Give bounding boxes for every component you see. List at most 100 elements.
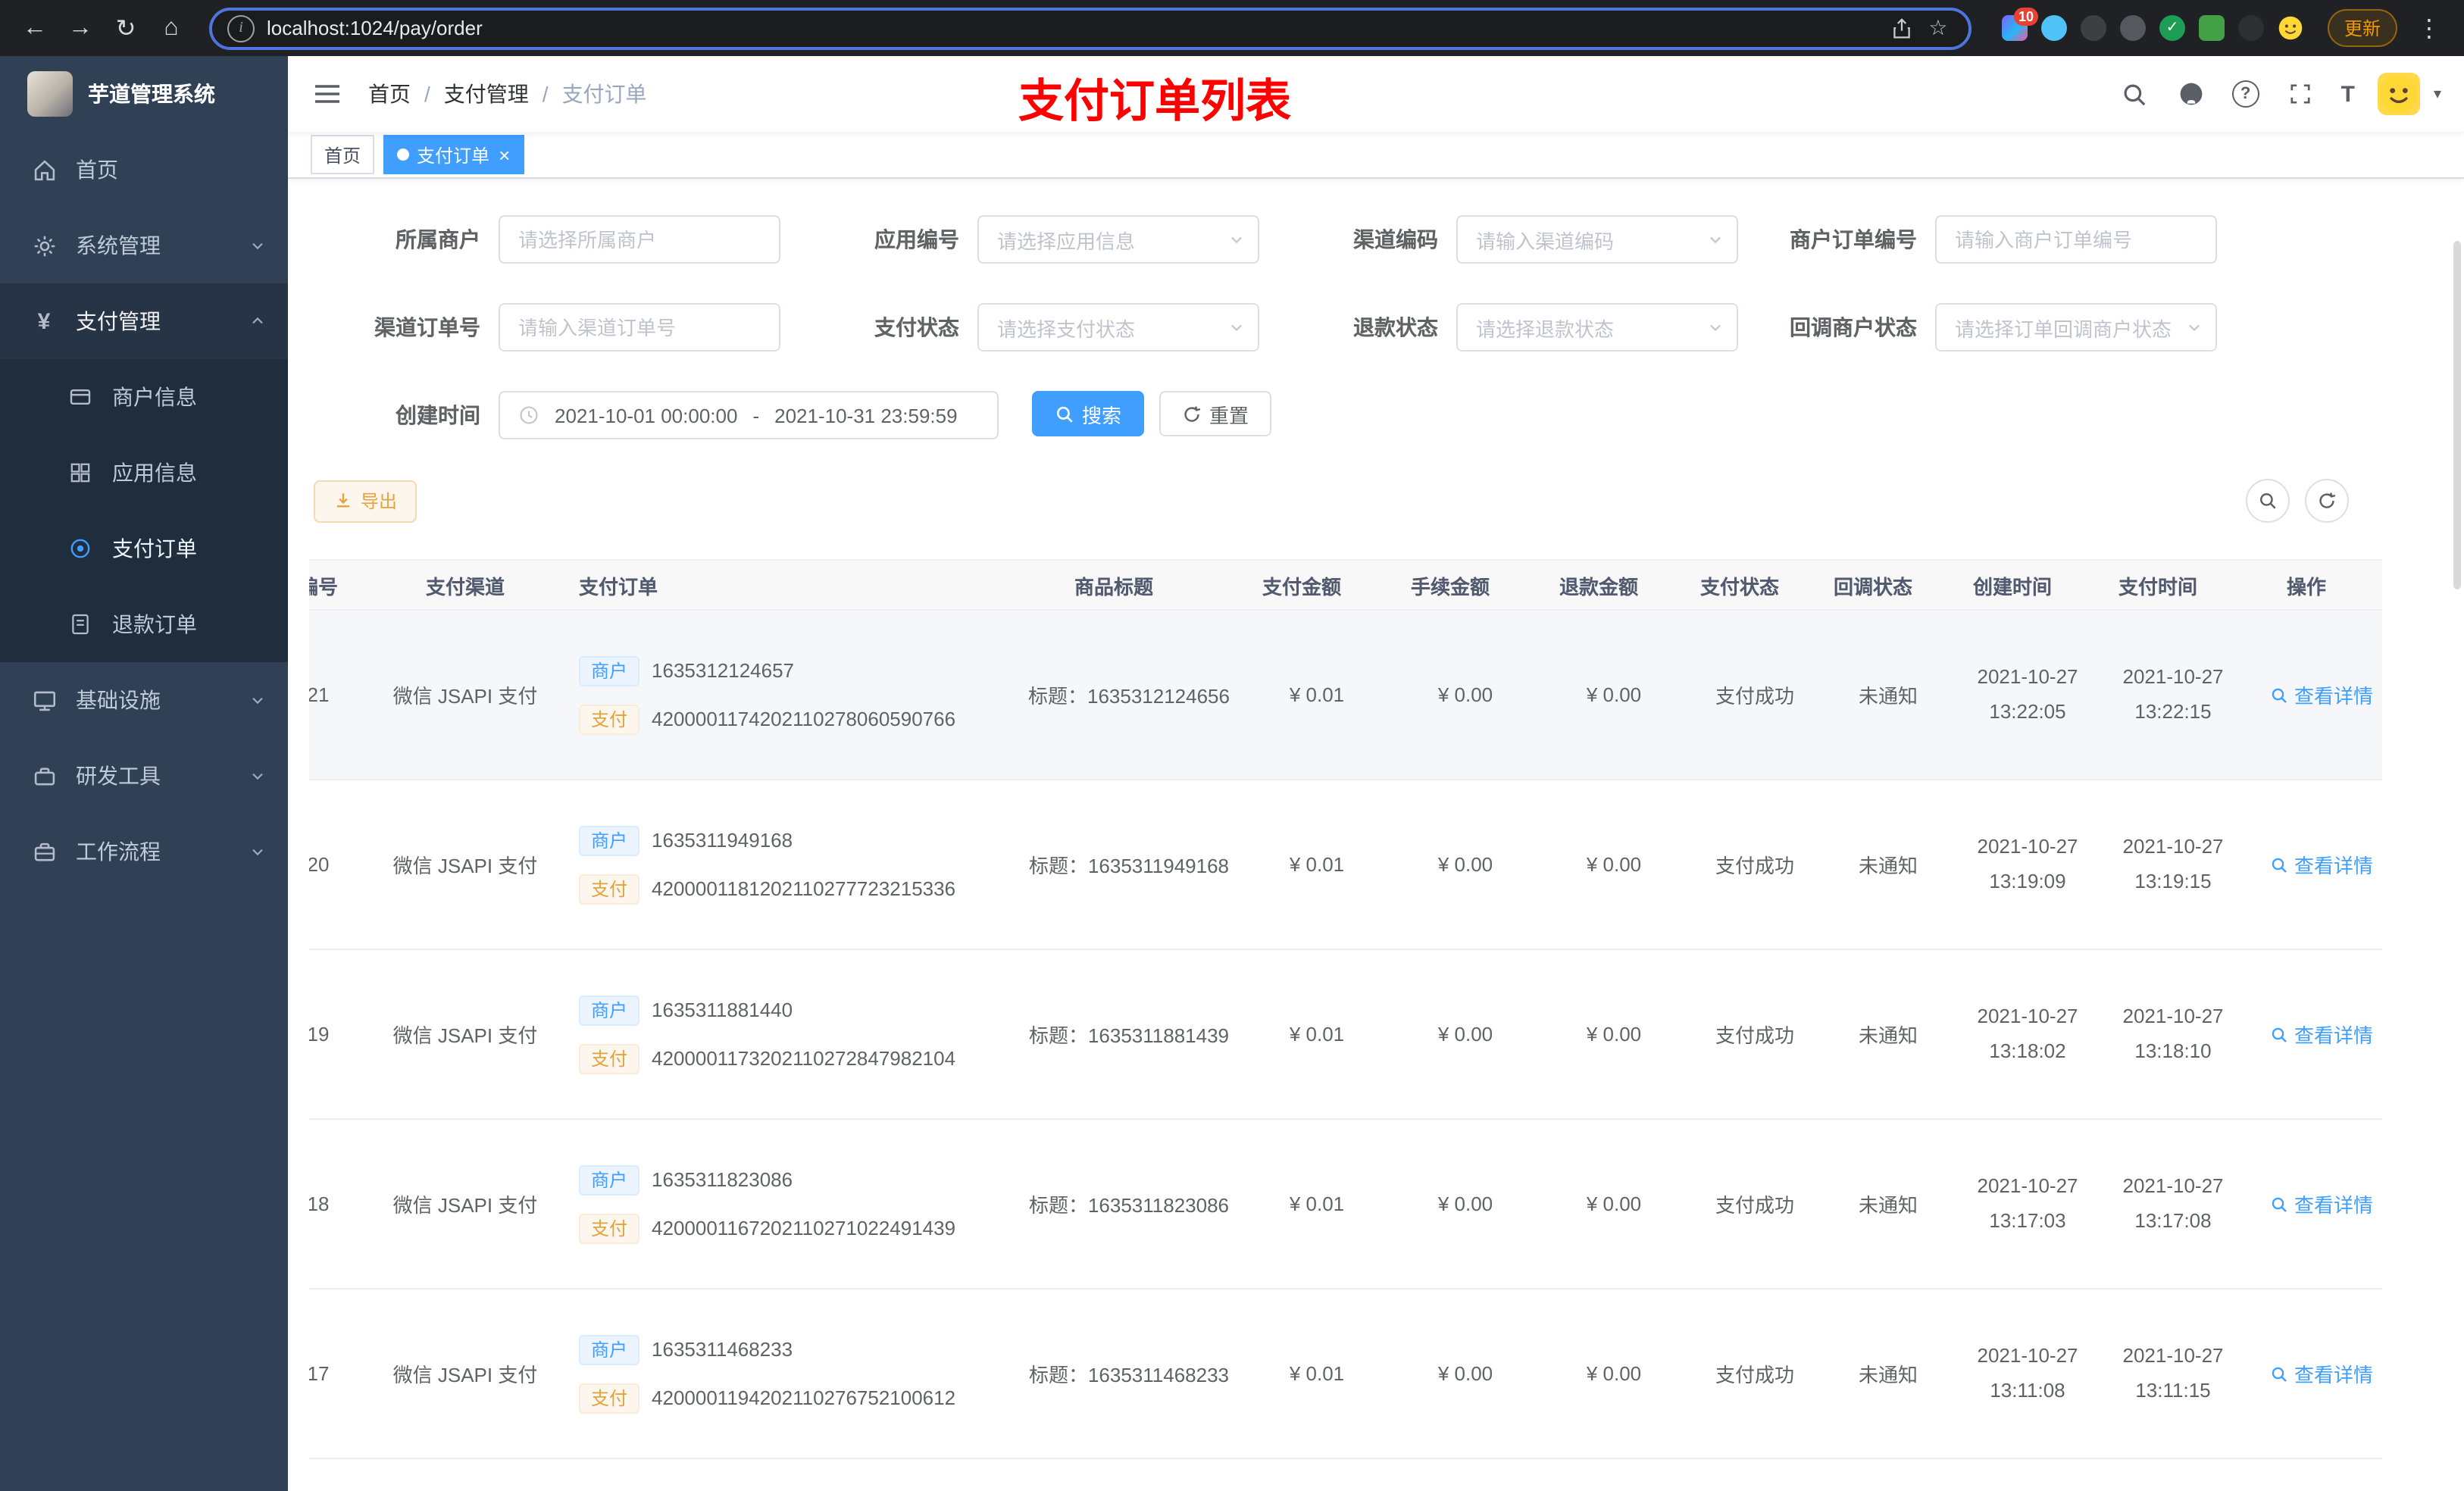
extension-icon[interactable]: 10 xyxy=(2001,8,2038,41)
header-actions: ? T ▾ xyxy=(2120,73,2441,115)
reset-button[interactable]: 重置 xyxy=(1159,391,1272,436)
date-range-picker[interactable]: 2021-10-01 00:00:00 - 2021-10-31 23:59:5… xyxy=(499,391,999,439)
sidebar-item-home[interactable]: 首页 xyxy=(0,132,288,208)
search-button-label: 搜索 xyxy=(1082,404,1122,427)
monitor-icon xyxy=(30,686,58,714)
select-placeholder: 请选择应用信息 xyxy=(997,230,1136,252)
sidebar-item-payment[interactable]: ¥ 支付管理 xyxy=(0,283,288,359)
help-icon[interactable]: ? xyxy=(2231,80,2259,108)
profile-avatar[interactable] xyxy=(2278,15,2303,41)
sidebar-item-refund-order[interactable]: 退款订单 xyxy=(0,586,288,662)
sidebar-item-pay-order[interactable]: 支付订单 xyxy=(0,511,288,586)
merchant-label: 所属商户 xyxy=(396,227,480,252)
cell-id: 18 xyxy=(309,1192,330,1215)
sidebar-item-label: 工作流程 xyxy=(76,839,161,864)
cell-amount: ¥ 0.01 xyxy=(1289,1192,1345,1215)
tab-pay-order[interactable]: 支付订单 × xyxy=(383,135,524,174)
refresh-button[interactable] xyxy=(2305,479,2349,523)
font-size-icon[interactable]: T xyxy=(2341,81,2355,107)
channel-code-select[interactable]: 请输入渠道编码 xyxy=(1456,215,1738,264)
view-detail-link[interactable]: 查看详情 xyxy=(2270,680,2373,709)
sidebar-toggle-icon[interactable] xyxy=(311,77,344,111)
breadcrumb-payment[interactable]: 支付管理 xyxy=(444,79,529,109)
pay-tag: 支付 xyxy=(579,1043,640,1074)
pay-status-select[interactable]: 请选择支付状态 xyxy=(977,303,1259,352)
pay-order-no: 4200001181202110277723215336 xyxy=(652,877,956,900)
view-detail-label: 查看详情 xyxy=(2294,855,2373,877)
col-status: 支付状态 xyxy=(1699,575,1779,598)
forward-icon[interactable]: → xyxy=(61,8,100,48)
cell-fee: ¥ 0.00 xyxy=(1437,1192,1493,1215)
site-info-icon[interactable]: i xyxy=(227,14,255,42)
channel-order-input[interactable] xyxy=(499,303,780,352)
view-detail-label: 查看详情 xyxy=(2294,685,2373,708)
address-bar[interactable]: i localhost:1024/pay/order ☆ xyxy=(209,7,1972,49)
fullscreen-icon[interactable] xyxy=(2285,79,2315,109)
sidebar-item-app-info[interactable]: 应用信息 xyxy=(0,435,288,511)
logo-avatar xyxy=(27,71,73,117)
view-detail-link[interactable]: 查看详情 xyxy=(2270,1189,2373,1218)
search-icon[interactable] xyxy=(2120,79,2150,109)
sidebar-item-workflow[interactable]: 工作流程 xyxy=(0,814,288,889)
breadcrumb-separator: / xyxy=(424,82,430,106)
cell-id: 21 xyxy=(309,683,330,706)
browser-home-icon[interactable]: ⌂ xyxy=(152,8,191,48)
scrollbar[interactable] xyxy=(2453,241,2461,589)
sidebar-item-system[interactable]: 系统管理 xyxy=(0,208,288,283)
table-row: 19 微信 JSAPI 支付 商户 1635311881440 支付 4200001… xyxy=(309,950,2382,1120)
export-button[interactable]: 导出 xyxy=(314,480,417,522)
pay-tag: 支付 xyxy=(579,1213,640,1243)
close-icon[interactable]: × xyxy=(499,145,510,164)
extension-icon[interactable] xyxy=(2040,15,2067,41)
merchant-order-no: 1635312124657 xyxy=(652,659,795,682)
view-detail-link[interactable]: 查看详情 xyxy=(2270,1359,2373,1388)
cell-title: 标题：1635311468233 xyxy=(1028,1364,1230,1386)
breadcrumb-current: 支付订单 xyxy=(561,82,647,106)
cell-amount: ¥ 0.01 xyxy=(1289,1023,1345,1046)
cell-id: 17 xyxy=(309,1362,330,1385)
merchant-order-no: 1635311881440 xyxy=(652,999,793,1021)
app-select[interactable]: 请选择应用信息 xyxy=(977,215,1259,264)
browser-menu-icon[interactable]: ⋮ xyxy=(2409,8,2449,48)
table-row: 21 微信 JSAPI 支付 商户 1635312124657 支付 4200001… xyxy=(309,611,2382,780)
view-detail-link[interactable]: 查看详情 xyxy=(2270,850,2373,879)
table-row: 18 微信 JSAPI 支付 商户 1635311823086 支付 4200001… xyxy=(309,1120,2382,1289)
chevron-down-icon[interactable]: ▾ xyxy=(2434,86,2441,102)
refund-status-label: 退款状态 xyxy=(1353,315,1438,339)
sidebar-item-infra[interactable]: 基础设施 xyxy=(0,662,288,738)
github-icon[interactable] xyxy=(2176,79,2206,109)
extension-icon[interactable] xyxy=(2119,15,2146,41)
search-button[interactable]: 搜索 xyxy=(1032,391,1145,436)
table-toolbar: 导出 xyxy=(288,479,2464,523)
refund-status-select[interactable]: 请选择退款状态 xyxy=(1456,303,1738,352)
select-placeholder: 请选择订单回调商户状态 xyxy=(1955,317,2172,340)
main-area: 首页 / 支付管理 / 支付订单 ? T ▾ 首页 支付订单 × 所属商户 请选… xyxy=(288,56,2464,1491)
browser-update-button[interactable]: 更新 xyxy=(2327,9,2397,47)
sidebar-item-merchant-info[interactable]: 商户信息 xyxy=(0,359,288,435)
view-detail-link[interactable]: 查看详情 xyxy=(2270,1020,2373,1049)
url-text[interactable]: localhost:1024/pay/order xyxy=(267,17,1884,39)
orders-table: 编号 支付渠道 支付订单 商品标题 支付金额 手续金额 退款金额 支付状态 回调… xyxy=(309,559,2464,1491)
cell-create-time: 2021-10-27 13:22:05 xyxy=(1977,665,2078,722)
cell-status: 支付成功 xyxy=(1715,1024,1794,1047)
merchant-input[interactable] xyxy=(499,215,780,264)
toggle-search-button[interactable] xyxy=(2246,479,2290,523)
extension-icon[interactable] xyxy=(2080,15,2106,41)
bookmark-star-icon[interactable]: ☆ xyxy=(1920,10,1956,46)
reload-icon[interactable]: ↻ xyxy=(106,8,145,48)
merchant-order-input[interactable] xyxy=(1935,215,2217,264)
back-icon[interactable]: ← xyxy=(15,8,55,48)
sidebar-item-label: 退款订单 xyxy=(112,612,197,636)
share-icon[interactable] xyxy=(1884,10,1920,46)
cell-pay-time: 2021-10-27 13:11:15 xyxy=(2122,1344,2224,1401)
breadcrumb-home[interactable]: 首页 xyxy=(368,79,411,109)
sidebar-item-dev-tools[interactable]: 研发工具 xyxy=(0,738,288,814)
callback-status-select[interactable]: 请选择订单回调商户状态 xyxy=(1935,303,2217,352)
extension-icon[interactable] xyxy=(2198,15,2225,41)
record-circle-icon xyxy=(67,535,94,562)
tab-home[interactable]: 首页 xyxy=(311,135,375,174)
user-avatar[interactable] xyxy=(2377,73,2420,115)
search-icon xyxy=(2272,687,2287,702)
extension-icon[interactable]: ✓ xyxy=(2159,15,2185,41)
extension-icon[interactable] xyxy=(2237,15,2264,41)
